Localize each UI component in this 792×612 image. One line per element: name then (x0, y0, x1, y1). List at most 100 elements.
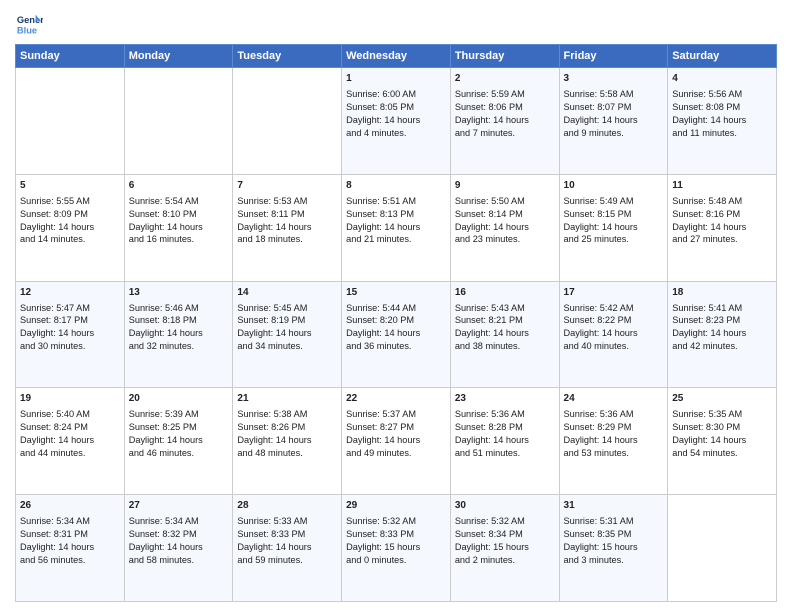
cell-text: Sunset: 8:24 PM (20, 422, 88, 432)
day-number: 8 (346, 179, 446, 193)
cell-text: Daylight: 14 hours (129, 328, 203, 338)
cell-text: Daylight: 14 hours (129, 542, 203, 552)
cell-text: Sunrise: 5:56 AM (672, 89, 742, 99)
cell-text: and 18 minutes. (237, 234, 302, 244)
day-number: 5 (20, 179, 120, 193)
cell-text: Sunrise: 5:41 AM (672, 303, 742, 313)
cell-text: and 38 minutes. (455, 341, 520, 351)
cell-text: and 7 minutes. (455, 128, 515, 138)
cell-text: Sunset: 8:32 PM (129, 529, 197, 539)
day-number: 9 (455, 179, 555, 193)
day-number: 29 (346, 499, 446, 513)
calendar-cell: 21Sunrise: 5:38 AMSunset: 8:26 PMDayligh… (233, 388, 342, 495)
calendar-cell (668, 495, 777, 602)
calendar-table: SundayMondayTuesdayWednesdayThursdayFrid… (15, 44, 777, 602)
cell-text: Sunset: 8:17 PM (20, 315, 88, 325)
cell-text: Daylight: 14 hours (237, 222, 311, 232)
cell-text: Daylight: 14 hours (129, 222, 203, 232)
cell-text: Sunset: 8:11 PM (237, 209, 304, 219)
cell-text: Sunset: 8:22 PM (564, 315, 632, 325)
day-number: 6 (129, 179, 229, 193)
weekday-header-sunday: Sunday (16, 45, 125, 68)
cell-text: and 27 minutes. (672, 234, 737, 244)
cell-text: Daylight: 14 hours (129, 435, 203, 445)
cell-text: Sunrise: 5:38 AM (237, 409, 307, 419)
cell-text: Daylight: 14 hours (346, 435, 420, 445)
cell-text: Sunset: 8:05 PM (346, 102, 414, 112)
cell-text: Sunrise: 5:47 AM (20, 303, 90, 313)
cell-text: Sunrise: 5:58 AM (564, 89, 634, 99)
cell-text: and 14 minutes. (20, 234, 85, 244)
cell-text: Daylight: 14 hours (672, 435, 746, 445)
logo: General Blue (15, 10, 43, 38)
cell-text: and 48 minutes. (237, 448, 302, 458)
cell-text: Sunrise: 5:54 AM (129, 196, 199, 206)
day-number: 16 (455, 286, 555, 300)
cell-text: and 2 minutes. (455, 555, 515, 565)
calendar-cell: 28Sunrise: 5:33 AMSunset: 8:33 PMDayligh… (233, 495, 342, 602)
cell-text: Daylight: 14 hours (346, 222, 420, 232)
day-number: 2 (455, 72, 555, 86)
cell-text: Sunset: 8:06 PM (455, 102, 523, 112)
cell-text: Sunrise: 5:43 AM (455, 303, 525, 313)
weekday-header-wednesday: Wednesday (342, 45, 451, 68)
cell-text: Sunrise: 5:53 AM (237, 196, 307, 206)
cell-text: Sunset: 8:10 PM (129, 209, 197, 219)
cell-text: and 53 minutes. (564, 448, 629, 458)
cell-text: Sunset: 8:09 PM (20, 209, 88, 219)
cell-text: Sunrise: 5:39 AM (129, 409, 199, 419)
calendar-cell: 27Sunrise: 5:34 AMSunset: 8:32 PMDayligh… (124, 495, 233, 602)
cell-text: Daylight: 14 hours (20, 222, 94, 232)
day-number: 20 (129, 392, 229, 406)
cell-text: and 4 minutes. (346, 128, 406, 138)
cell-text: and 30 minutes. (20, 341, 85, 351)
calendar-cell: 14Sunrise: 5:45 AMSunset: 8:19 PMDayligh… (233, 281, 342, 388)
cell-text: Daylight: 14 hours (20, 435, 94, 445)
cell-text: Sunset: 8:14 PM (455, 209, 523, 219)
cell-text: Daylight: 14 hours (237, 542, 311, 552)
cell-text: and 36 minutes. (346, 341, 411, 351)
cell-text: Sunrise: 5:50 AM (455, 196, 525, 206)
cell-text: Daylight: 14 hours (672, 328, 746, 338)
calendar-cell: 22Sunrise: 5:37 AMSunset: 8:27 PMDayligh… (342, 388, 451, 495)
calendar-cell: 6 Sunrise: 5:54 AM Sunset: 8:10 PM Daylight… (124, 174, 233, 281)
cell-text: Daylight: 14 hours (455, 435, 529, 445)
calendar-cell (124, 68, 233, 175)
day-number: 17 (564, 286, 664, 300)
cell-text: and 0 minutes. (346, 555, 406, 565)
cell-text: Sunset: 8:23 PM (672, 315, 740, 325)
cell-text: and 11 minutes. (672, 128, 737, 138)
cell-text: Sunrise: 5:45 AM (237, 303, 307, 313)
cell-text: Sunset: 8:34 PM (455, 529, 523, 539)
cell-text: Daylight: 14 hours (20, 328, 94, 338)
calendar-cell: 4Sunrise: 5:56 AMSunset: 8:08 PMDaylight… (668, 68, 777, 175)
day-number: 3 (564, 72, 664, 86)
cell-text: and 59 minutes. (237, 555, 302, 565)
weekday-header-friday: Friday (559, 45, 668, 68)
cell-text: Daylight: 15 hours (346, 542, 420, 552)
cell-text: Sunrise: 5:37 AM (346, 409, 416, 419)
day-number: 14 (237, 286, 337, 300)
cell-text: Daylight: 14 hours (20, 542, 94, 552)
cell-text: Sunrise: 5:40 AM (20, 409, 90, 419)
calendar-cell: 20 Sunrise: 5:39 AM Sunset: 8:25 PM Dayligh… (124, 388, 233, 495)
cell-text: Daylight: 14 hours (564, 328, 638, 338)
calendar-cell: 7 Sunrise: 5:53 AM Sunset: 8:11 PM Daylight… (233, 174, 342, 281)
calendar-cell (16, 68, 125, 175)
cell-text: Sunrise: 5:32 AM (346, 516, 416, 526)
cell-text: Sunset: 8:27 PM (346, 422, 414, 432)
cell-text: Sunset: 8:13 PM (346, 209, 414, 219)
cell-text: Sunrise: 5:36 AM (564, 409, 634, 419)
day-number: 25 (672, 392, 772, 406)
cell-text: and 23 minutes. (455, 234, 520, 244)
calendar-cell: 3Sunrise: 5:58 AMSunset: 8:07 PMDaylight… (559, 68, 668, 175)
cell-text: Sunrise: 5:42 AM (564, 303, 634, 313)
calendar-cell: 25Sunrise: 5:35 AMSunset: 8:30 PMDayligh… (668, 388, 777, 495)
cell-text: Sunset: 8:25 PM (129, 422, 197, 432)
cell-text: Sunset: 8:33 PM (237, 529, 305, 539)
cell-text: Daylight: 14 hours (672, 115, 746, 125)
day-number: 19 (20, 392, 120, 406)
day-number: 7 (237, 179, 337, 193)
calendar-cell: 12Sunrise: 5:47 AMSunset: 8:17 PMDayligh… (16, 281, 125, 388)
calendar-cell: 2Sunrise: 5:59 AMSunset: 8:06 PMDaylight… (450, 68, 559, 175)
